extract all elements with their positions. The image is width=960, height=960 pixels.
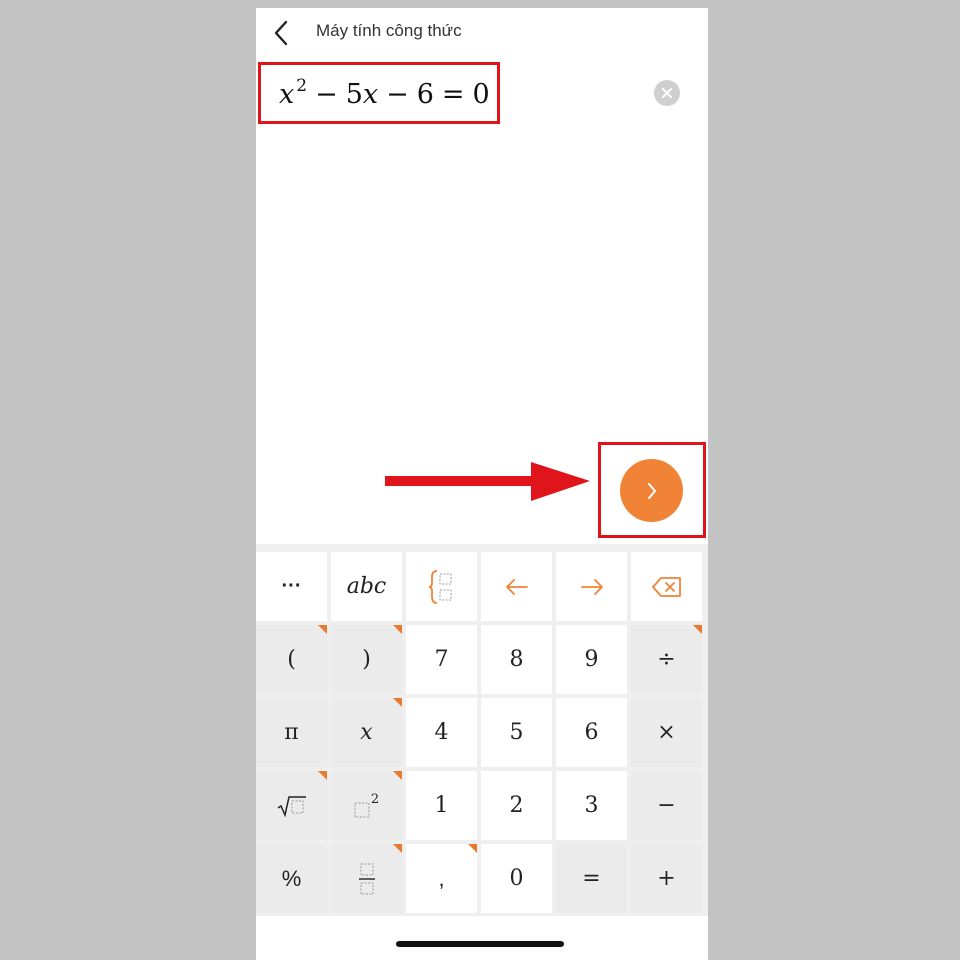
formula-minus-2: − — [386, 79, 409, 110]
formula-input[interactable]: x 2−5x −6 = 0 — [258, 62, 500, 124]
page-title: Máy tính công thức — [316, 21, 462, 40]
paren-open-key[interactable]: ( — [256, 625, 327, 694]
plus-key[interactable]: + — [631, 844, 702, 913]
square-root-key[interactable] — [256, 771, 327, 840]
comma-label: , — [438, 865, 445, 891]
formula-constant: 6 — [416, 79, 434, 110]
formula-expression: x 2−5x −6 = 0 — [279, 76, 490, 110]
pi-key[interactable]: π — [256, 698, 327, 767]
more-options-marker — [318, 625, 327, 634]
abc-key-label: abc — [346, 574, 387, 599]
backspace-icon — [651, 576, 681, 597]
more-key[interactable]: ··· — [256, 552, 327, 621]
digit-8-label: 8 — [509, 647, 524, 672]
paren-open-label: ( — [287, 647, 296, 672]
plus-label: + — [657, 866, 676, 891]
paren-close-key[interactable]: ) — [331, 625, 402, 694]
chevron-left-icon — [274, 20, 288, 46]
digit-0-key[interactable]: 0 — [481, 844, 552, 913]
digit-0-label: 0 — [509, 866, 524, 891]
digit-7-key[interactable]: 7 — [406, 625, 477, 694]
digit-4-key[interactable]: 4 — [406, 698, 477, 767]
formula-var-2: x — [362, 79, 379, 110]
chevron-right-icon — [647, 482, 656, 499]
formula-coefficient: 5 — [345, 79, 363, 110]
home-indicator[interactable] — [396, 941, 564, 947]
square-key[interactable]: 2 — [331, 771, 402, 840]
multiply-label: × — [657, 720, 676, 745]
variable-x-label: x — [360, 720, 373, 745]
digit-6-key[interactable]: 6 — [556, 698, 627, 767]
more-options-marker — [393, 698, 402, 707]
square-box-icon — [354, 802, 370, 817]
fraction-icon — [358, 863, 375, 894]
percent-label: % — [281, 865, 302, 891]
paren-close-label: ) — [362, 647, 371, 672]
arrow-right-icon — [580, 578, 603, 595]
digit-4-label: 4 — [434, 720, 449, 745]
digit-2-label: 2 — [509, 793, 524, 818]
back-button[interactable] — [266, 18, 296, 48]
equals-label: = — [582, 866, 601, 891]
comma-key[interactable]: , — [406, 844, 477, 913]
arrow-left-icon — [505, 578, 528, 595]
more-options-marker — [318, 771, 327, 780]
more-options-marker — [393, 771, 402, 780]
more-key-label: ··· — [281, 575, 302, 597]
math-keyboard: ··· abc ( ) 7 8 9 ÷ π x 4 5 6 × 2 1 2 3 … — [256, 544, 708, 916]
more-options-marker — [468, 844, 477, 853]
phone-screen: Máy tính công thức x 2−5x −6 = 0 ··· abc ( ) — [256, 8, 708, 960]
digit-5-key[interactable]: 5 — [481, 698, 552, 767]
square-exponent-label: 2 — [370, 792, 380, 807]
header: Máy tính công thức — [256, 8, 708, 58]
abc-key[interactable]: abc — [331, 552, 402, 621]
divide-label: ÷ — [657, 647, 676, 672]
minus-key[interactable]: − — [631, 771, 702, 840]
digit-8-key[interactable]: 8 — [481, 625, 552, 694]
formula-var: x — [279, 79, 295, 110]
digit-3-key[interactable]: 3 — [556, 771, 627, 840]
digit-9-key[interactable]: 9 — [556, 625, 627, 694]
digit-9-label: 9 — [584, 647, 599, 672]
digit-7-label: 7 — [434, 647, 449, 672]
multiply-key[interactable]: × — [631, 698, 702, 767]
square-root-icon — [277, 795, 306, 817]
digit-6-label: 6 — [584, 720, 599, 745]
variable-x-key[interactable]: x — [331, 698, 402, 767]
system-equations-key[interactable] — [406, 552, 477, 621]
brace-system-icon — [428, 569, 451, 604]
pi-label: π — [284, 720, 299, 745]
formula-rhs: 0 — [472, 79, 490, 110]
digit-5-label: 5 — [509, 720, 524, 745]
formula-exponent: 2 — [296, 76, 308, 96]
digit-2-key[interactable]: 2 — [481, 771, 552, 840]
annotation-arrow — [385, 462, 590, 501]
fraction-key[interactable] — [331, 844, 402, 913]
formula-equals: = — [441, 79, 465, 110]
cursor-left-key[interactable] — [481, 552, 552, 621]
digit-1-label: 1 — [434, 793, 449, 818]
digit-1-key[interactable]: 1 — [406, 771, 477, 840]
close-icon — [662, 88, 672, 98]
clear-button[interactable] — [654, 80, 680, 106]
more-options-marker — [693, 625, 702, 634]
percent-key[interactable]: % — [256, 844, 327, 913]
more-options-marker — [393, 625, 402, 634]
equals-key[interactable]: = — [556, 844, 627, 913]
cursor-right-key[interactable] — [556, 552, 627, 621]
more-options-marker — [393, 844, 402, 853]
formula-minus-1: − — [315, 79, 338, 110]
minus-label: − — [657, 793, 676, 818]
digit-3-label: 3 — [584, 793, 599, 818]
submit-button[interactable] — [620, 459, 683, 522]
divide-key[interactable]: ÷ — [631, 625, 702, 694]
backspace-key[interactable] — [631, 552, 702, 621]
